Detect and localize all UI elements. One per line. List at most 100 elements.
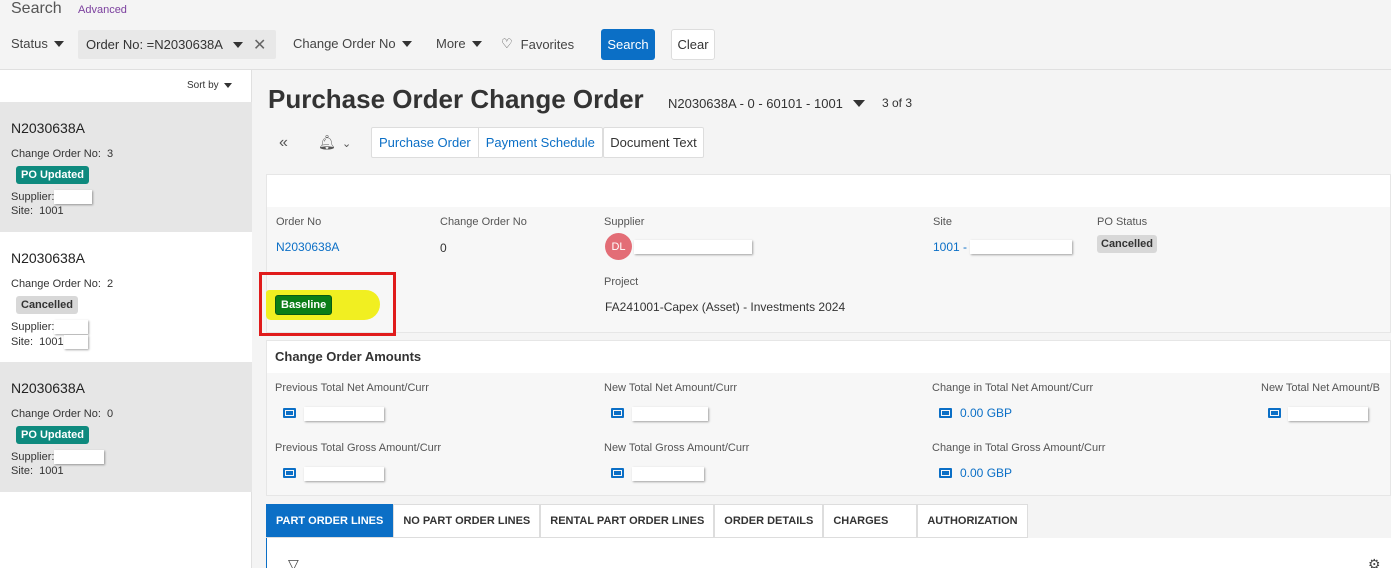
collapse-left-icon[interactable]: «	[279, 134, 288, 152]
status-badge: PO Updated	[16, 166, 89, 184]
tab-charges[interactable]: CHARGES	[823, 504, 918, 537]
list-item-supplier: Supplier:	[11, 190, 93, 204]
change-order-no-value: 0	[440, 241, 447, 255]
record-selector-label: N2030638A - 0 - 60101 - 1001	[668, 96, 843, 111]
favorites-label: Favorites	[520, 36, 575, 52]
list-item-change-order: Change Order No: 0	[11, 408, 114, 420]
close-icon[interactable]: ✕	[253, 35, 266, 55]
list-item[interactable]: N2030638A Change Order No: 2 Cancelled S…	[0, 232, 252, 362]
chevron-down-icon	[223, 83, 232, 88]
site-label: Site	[933, 216, 952, 228]
prev-net-label: Previous Total Net Amount/Curr	[275, 382, 429, 394]
currency-icon	[939, 408, 952, 418]
tab-content	[266, 538, 1391, 568]
chevron-down-icon[interactable]	[232, 41, 243, 48]
bell-icon[interactable]: 🔔︎	[318, 134, 336, 151]
redacted-value	[54, 450, 105, 464]
purchase-order-button[interactable]: Purchase Order	[372, 128, 479, 157]
status-badge: Cancelled	[16, 296, 78, 314]
redacted-value	[54, 320, 89, 334]
tab-part-order-lines[interactable]: PART ORDER LINES	[266, 504, 394, 537]
list-item-title: N2030638A	[11, 120, 85, 136]
currency-icon	[283, 468, 296, 478]
currency-icon	[283, 408, 296, 418]
order-no-label: Order No	[276, 216, 322, 228]
redacted-amount	[632, 467, 704, 481]
list-item-site: Site: 1001	[11, 465, 64, 477]
advanced-search-link[interactable]: Advanced	[78, 4, 127, 16]
new-net-base-label: New Total Net Amount/B	[1261, 382, 1381, 394]
redacted-amount	[304, 407, 384, 421]
po-status-label: PO Status	[1097, 216, 1148, 228]
site-link[interactable]: 1001 -	[933, 240, 967, 254]
list-item[interactable]: N2030638A Change Order No: 3 PO Updated …	[0, 102, 252, 232]
change-order-no-label: Change Order No	[440, 216, 527, 228]
redacted-value	[54, 190, 93, 204]
change-order-amounts-panel	[266, 340, 1391, 496]
po-status-badge: Cancelled	[1097, 235, 1157, 253]
change-order-no-filter-label: Change Order No	[293, 36, 396, 51]
new-net-label: New Total Net Amount/Curr	[604, 382, 738, 394]
amounts-panel-title: Change Order Amounts	[275, 349, 422, 364]
tab-rental-part-order-lines[interactable]: RENTAL PART ORDER LINES	[540, 504, 715, 537]
change-gross-label: Change in Total Gross Amount/Curr	[932, 442, 1106, 454]
list-item-title: N2030638A	[11, 380, 85, 396]
redacted-amount	[304, 467, 384, 481]
red-box-annotation	[259, 272, 396, 336]
currency-icon	[611, 468, 624, 478]
sort-by-label: Sort by	[187, 80, 219, 91]
related-nav-group: Purchase Order Payment Schedule	[371, 127, 603, 158]
project-label: Project	[604, 276, 639, 288]
chevron-down-icon	[471, 40, 482, 47]
favorites-filter[interactable]: ♡ Favorites	[501, 36, 574, 52]
chevron-down-icon	[401, 40, 412, 47]
payment-schedule-button[interactable]: Payment Schedule	[479, 128, 602, 157]
chevron-down-icon	[852, 100, 865, 107]
record-list-panel: Sort by N2030638A Change Order No: 3 PO …	[0, 70, 252, 568]
amounts-panel-header	[267, 341, 1390, 373]
chevron-down-icon[interactable]: ⌄	[342, 137, 351, 150]
change-net-value[interactable]: 0.00 GBP	[960, 406, 1012, 420]
change-gross-value[interactable]: 0.00 GBP	[960, 466, 1012, 480]
avatar: DL	[605, 233, 632, 260]
list-item-site: Site: 1001	[11, 205, 64, 217]
redacted-amount	[1288, 407, 1368, 421]
status-filter[interactable]: Status	[11, 36, 64, 51]
change-net-label: Change in Total Net Amount/Curr	[932, 382, 1094, 394]
list-item-title: N2030638A	[11, 250, 85, 266]
page-title: Purchase Order Change Order	[268, 84, 644, 114]
gear-icon[interactable]: ⚙	[1368, 556, 1381, 568]
lines-tabs: PART ORDER LINES NO PART ORDER LINES REN…	[266, 504, 1028, 538]
list-item[interactable]: N2030638A Change Order No: 0 PO Updated …	[0, 362, 252, 492]
new-gross-label: New Total Gross Amount/Curr	[604, 442, 750, 454]
redacted-value	[63, 335, 88, 349]
order-no-filter-chip[interactable]: Order No: =N2030638A ✕	[78, 30, 276, 59]
currency-icon	[939, 468, 952, 478]
search-bar: Search Advanced Status Order No: =N20306…	[0, 0, 1391, 70]
list-item-change-order: Change Order No: 3	[11, 148, 114, 160]
tab-authorization[interactable]: AUTHORIZATION	[917, 504, 1028, 537]
record-selector[interactable]: N2030638A - 0 - 60101 - 1001	[668, 96, 865, 111]
order-no-chip-label: Order No: =N2030638A	[86, 37, 223, 52]
tab-order-details[interactable]: ORDER DETAILS	[714, 504, 824, 537]
supplier-label: Supplier	[604, 216, 645, 228]
filter-icon[interactable]: ▽	[288, 556, 299, 568]
currency-icon	[1268, 408, 1281, 418]
document-text-button[interactable]: Document Text	[603, 127, 704, 158]
redacted-supplier	[634, 240, 752, 254]
sort-by-dropdown[interactable]: Sort by	[187, 80, 232, 91]
list-item-supplier: Supplier:	[11, 450, 105, 464]
more-filter[interactable]: More	[436, 36, 482, 51]
panel-top-strip	[267, 175, 1390, 207]
change-order-no-filter[interactable]: Change Order No	[293, 36, 412, 51]
heart-icon: ♡	[501, 36, 513, 51]
order-no-link[interactable]: N2030638A	[276, 240, 339, 254]
tab-no-part-order-lines[interactable]: NO PART ORDER LINES	[393, 504, 541, 537]
clear-button[interactable]: Clear	[671, 29, 715, 60]
status-badge: PO Updated	[16, 426, 89, 444]
search-button[interactable]: Search	[601, 29, 655, 60]
list-item-change-order: Change Order No: 2	[11, 278, 114, 290]
search-title: Search	[11, 0, 62, 17]
status-filter-label: Status	[11, 36, 48, 51]
project-value: FA241001-Capex (Asset) - Investments 202…	[605, 300, 846, 314]
